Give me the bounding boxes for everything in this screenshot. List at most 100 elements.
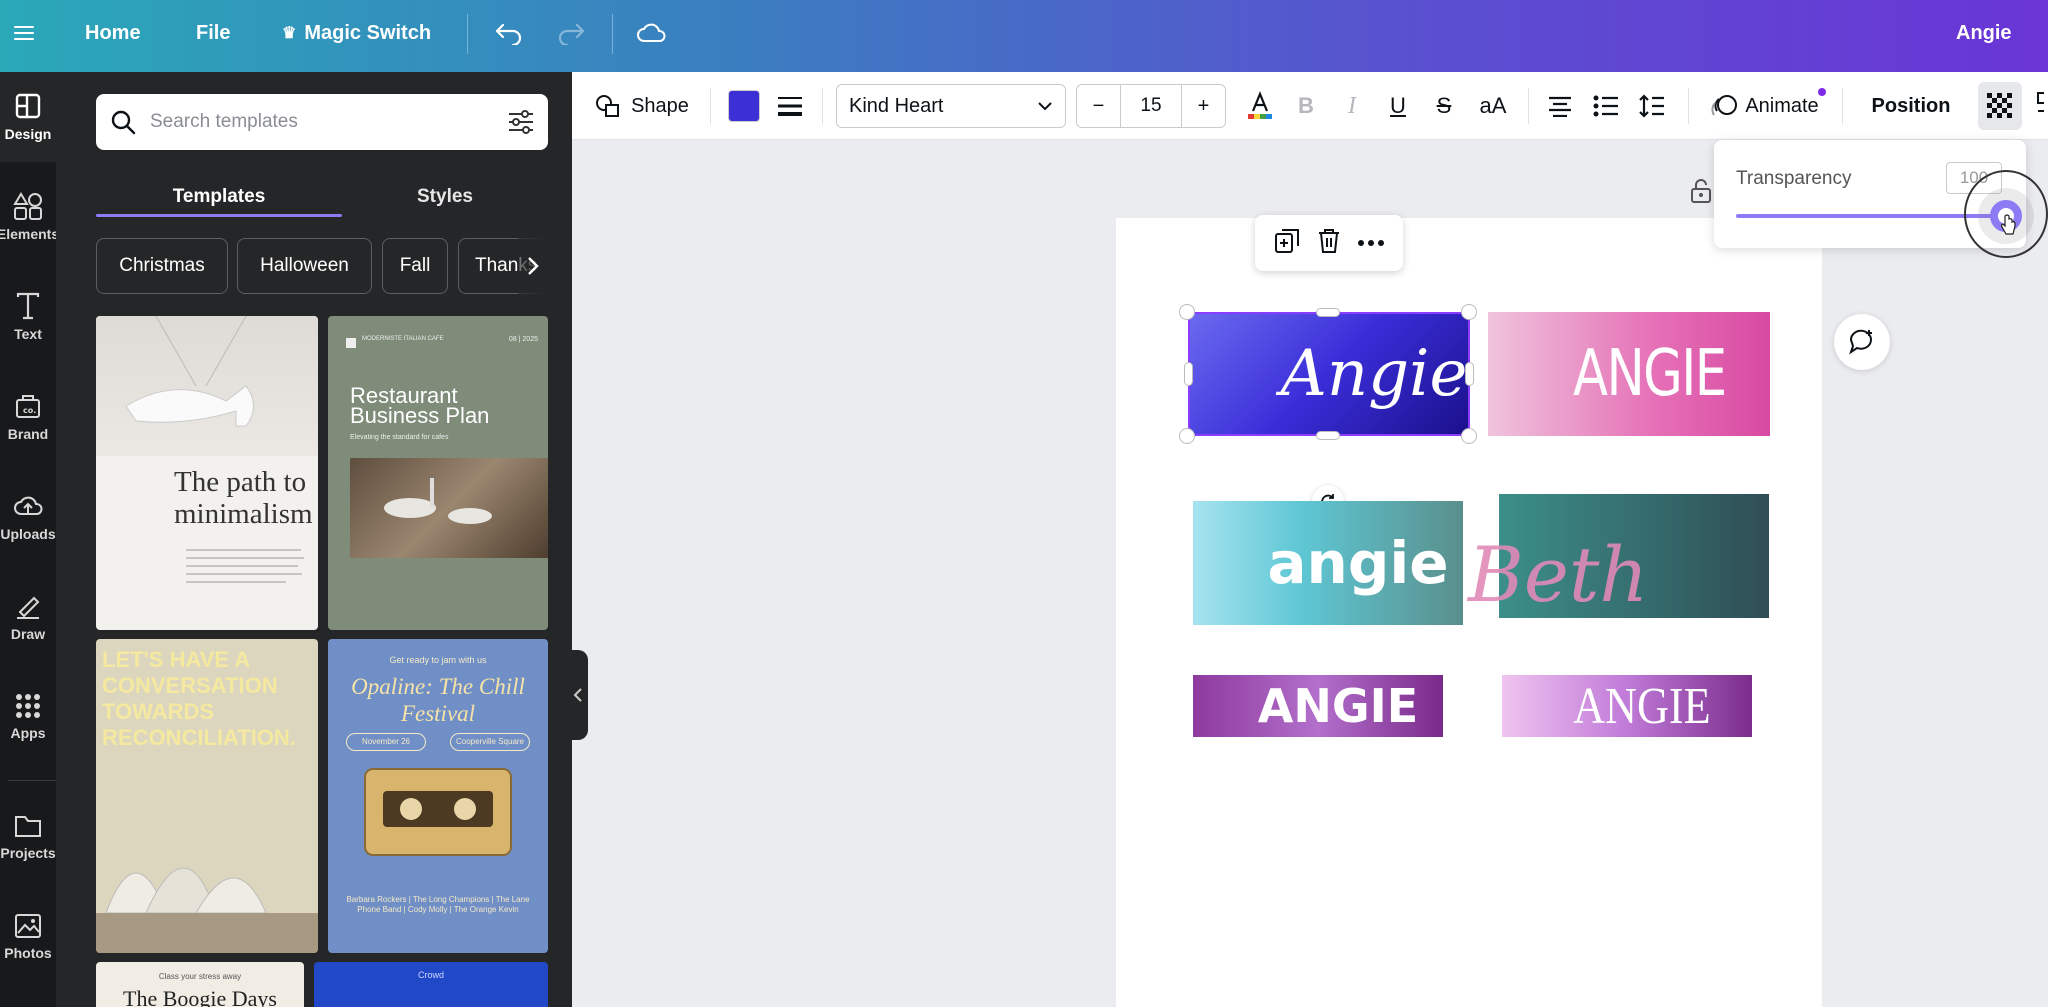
color-swatch [728,90,760,122]
photo-icon [15,914,41,938]
align-center-icon[interactable] [1538,72,1582,140]
border-style-button[interactable] [772,72,808,140]
animate-label: Animate [1745,94,1819,117]
design-icon [15,93,41,119]
elements-icon [13,192,42,220]
transparency-label: Transparency [1736,168,1852,189]
resize-handle-top[interactable] [1316,308,1340,317]
resize-handle-bottom[interactable] [1316,431,1340,440]
logo-text: Angie [1280,337,1468,411]
template-body-lines [186,546,306,596]
menu-icon[interactable] [12,0,36,66]
home-button[interactable]: Home [85,0,141,66]
text-icon [16,292,40,320]
chip-christmas[interactable]: Christmas [96,238,228,294]
lock-icon[interactable] [1690,178,1714,206]
increase-font-size-button[interactable]: + [1181,85,1225,127]
template-card-boogie[interactable]: Class your stress away The Boogie Days [96,962,304,1007]
redo-icon[interactable] [556,0,586,66]
logo-angie-purple[interactable]: ANGIE [1193,675,1443,737]
chip-halloween[interactable]: Halloween [237,238,372,294]
italic-button[interactable]: I [1330,72,1374,140]
rail-item-design[interactable]: Design [0,72,56,162]
more-options-icon[interactable] [1357,234,1385,252]
logo-angie-pink[interactable]: ANGIE [1488,312,1770,436]
shape-button[interactable]: Shape [592,72,692,140]
resize-handle-left[interactable] [1184,362,1193,386]
resize-handle-top-right[interactable] [1461,304,1477,320]
chip-fall[interactable]: Fall [382,238,448,294]
comment-add-icon [1849,329,1872,355]
duplicate-icon[interactable] [1273,227,1301,260]
resize-handle-bottom-left[interactable] [1179,428,1195,444]
animate-button[interactable]: Animate [1702,72,1828,140]
user-name[interactable]: Angie [1956,0,2012,66]
rail-item-uploads[interactable]: Uploads [0,472,56,562]
template-card-reconciliation[interactable]: LET'S HAVE A CONVERSATION TOWARDS RECONC… [96,639,318,953]
logo-text: ANGIE [1572,337,1727,411]
rail-item-label: Projects [0,845,56,861]
strikethrough-button[interactable]: S [1422,72,1466,140]
template-card-crowd[interactable]: Crowd [314,962,548,1007]
search-input[interactable] [150,111,480,133]
collapse-panel-handle[interactable] [568,650,588,740]
text-color-icon [1248,91,1272,119]
add-comment-button[interactable] [1834,314,1890,370]
logo-mark-icon [346,338,356,348]
rail-item-draw[interactable]: Draw [0,572,56,662]
undo-icon[interactable] [494,0,524,66]
rail-item-projects[interactable]: Projects [0,792,56,882]
logo-angie-lavender[interactable]: ANGIE [1502,675,1752,737]
transparency-value-input[interactable]: 100 [1946,162,2002,194]
editor-toolbar: Shape Kind Heart − 15 + B I U S aA Anima… [572,72,2048,140]
fill-color-button[interactable] [726,72,762,140]
bold-button[interactable]: B [1284,72,1328,140]
transparency-button[interactable] [1978,82,2022,130]
resize-handle-top-left[interactable] [1179,304,1195,320]
font-family-select[interactable]: Kind Heart [836,84,1066,128]
magic-switch-button[interactable]: ♛ Magic Switch [282,0,431,66]
logo-angie-script[interactable]: Angie [1188,312,1470,436]
bullet-list-icon[interactable] [1584,72,1628,140]
tab-styles[interactable]: Styles [342,172,548,222]
underline-button[interactable]: U [1376,72,1420,140]
resize-handle-right[interactable] [1465,362,1474,386]
position-button[interactable]: Position [1856,72,1966,140]
rail-item-brand[interactable]: co. Brand [0,372,56,462]
apps-grid-icon [16,694,40,718]
rail-item-text[interactable]: Text [0,272,56,362]
template-top-text: Get ready to jam with us [389,655,487,665]
chips-scroll-right-icon[interactable] [518,238,548,294]
logo-text: angie [1267,529,1449,597]
text-color-button[interactable] [1238,72,1282,140]
logo-angie-teal[interactable]: angie [1193,501,1463,625]
letter-case-button[interactable]: aA [1468,72,1518,140]
shape-icon [596,95,620,117]
upload-cloud-icon [14,496,43,515]
cloud-save-icon[interactable] [636,0,668,66]
rail-item-elements[interactable]: Elements [0,172,59,262]
filter-icon[interactable] [506,108,536,136]
rail-item-photos[interactable]: Photos [0,892,56,982]
resize-handle-bottom-right[interactable] [1461,428,1477,444]
logo-beth-script[interactable]: Beth [1468,530,1648,640]
file-menu-button[interactable]: File [196,0,230,66]
transparency-checker-icon [1987,93,2012,118]
hand-cursor-icon [2000,214,2016,236]
transparency-slider-track[interactable] [1736,214,2006,218]
chevron-left-icon [573,688,582,702]
template-card-minimalism[interactable]: The path to minimalism [96,316,318,630]
template-header-right: 08 | 2025 [508,336,538,343]
rail-item-label: Brand [7,426,49,442]
rail-item-label: Uploads [0,526,56,542]
rail-item-apps[interactable]: Apps [0,672,56,762]
line-spacing-icon[interactable] [1630,72,1674,140]
template-card-festival[interactable]: Get ready to jam with us Opaline: The Ch… [328,639,548,953]
more-options-partial-icon[interactable] [2028,72,2048,140]
logo-text: ANGIE [1573,677,1711,735]
decrease-font-size-button[interactable]: − [1077,85,1121,127]
font-size-input[interactable]: 15 [1121,85,1181,127]
trash-icon[interactable] [1316,227,1342,260]
template-card-restaurant[interactable]: MODERNISTE ITALIAN CAFE 08 | 2025 Restau… [328,316,548,630]
cassette-icon [364,768,512,856]
